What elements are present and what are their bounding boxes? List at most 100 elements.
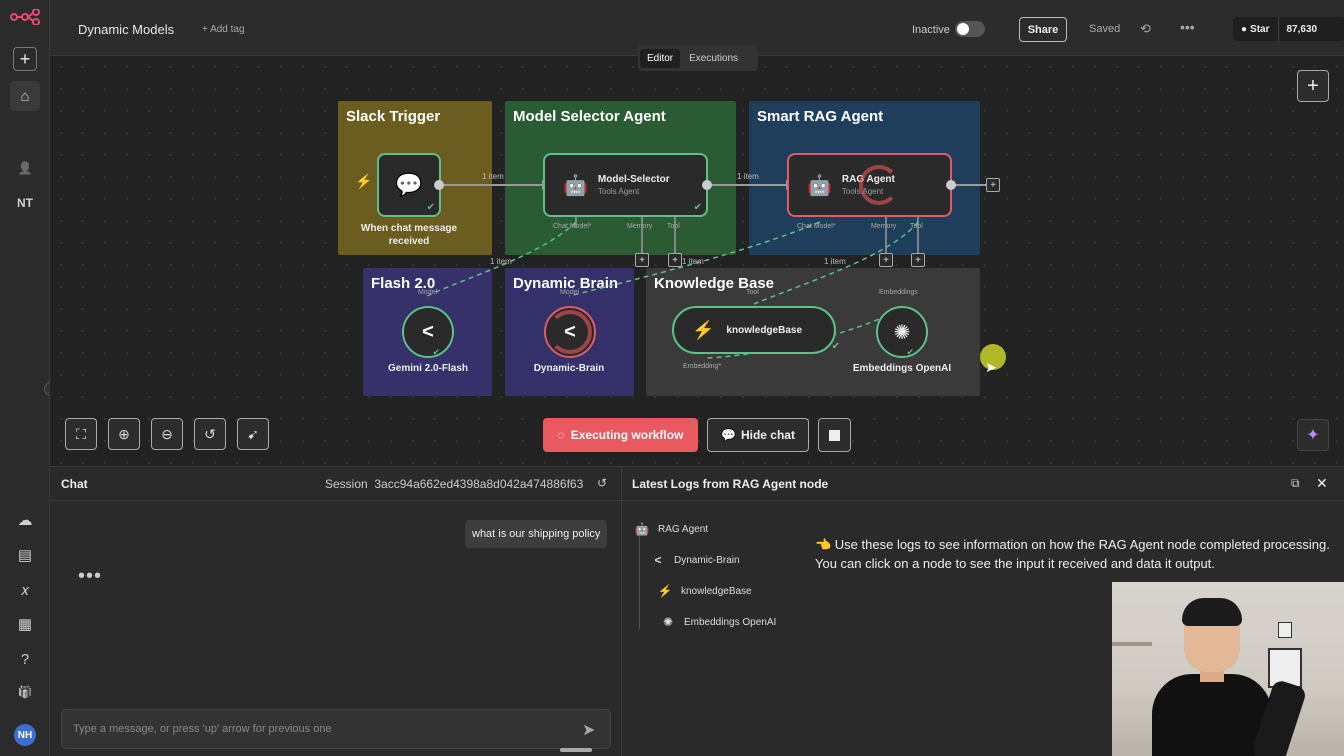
tidy-up-button[interactable]: ➹ — [237, 418, 269, 450]
port-label: Embeddings — [879, 289, 918, 296]
model-selector-icon: < — [422, 320, 434, 343]
node-subtitle: Tools Agent — [597, 187, 640, 196]
avatar[interactable]: NH — [14, 724, 36, 746]
fit-view-icon: ⛶ — [76, 425, 86, 442]
port-label: Embedding* — [683, 363, 722, 370]
github-star-button[interactable]: ● Star 87,630 — [1233, 17, 1344, 41]
add-tool-button[interactable]: + — [911, 253, 925, 267]
add-memory-button[interactable]: + — [635, 253, 649, 267]
spinner-icon — [859, 165, 899, 205]
rag-agent-node[interactable]: 🤖 RAG Agent Tools Agent — [787, 153, 952, 217]
gemini-node-label: Gemini 2.0-Flash — [387, 363, 469, 374]
active-toggle[interactable] — [955, 21, 985, 37]
bolt-icon: ⚡ — [692, 319, 715, 340]
log-tree-item[interactable]: < Dynamic-Brain — [650, 553, 739, 567]
n8n-logo-icon[interactable] — [8, 2, 42, 32]
share-button[interactable]: Share — [1019, 17, 1067, 42]
tree-connector — [639, 533, 640, 629]
output-handle[interactable] — [946, 180, 956, 190]
connection-item-label: 1 item — [737, 172, 759, 181]
button-label: Hide chat — [740, 428, 795, 442]
session-info: Session 3acc94a662ed4398a8d042a474886f63 — [325, 477, 583, 491]
add-tag-link[interactable]: + Add tag — [202, 24, 245, 35]
log-tree-item[interactable]: ✺ Embeddings OpenAI — [660, 615, 776, 629]
whats-new-button[interactable]: 🎁 — [10, 677, 40, 707]
home-button[interactable]: ⌂ — [10, 81, 40, 111]
model-selector-node[interactable]: 🤖 Model-Selector Tools Agent ✔ — [543, 153, 708, 217]
chat-title: Chat — [61, 477, 88, 491]
chat-header: Chat Session 3acc94a662ed4398a8d042a4748… — [50, 467, 622, 501]
executing-workflow-button[interactable]: ◌ Executing workflow — [543, 418, 698, 452]
insights-button[interactable]: ▦ — [10, 609, 40, 639]
add-tool-button[interactable]: + — [668, 253, 682, 267]
connection-item-label: 1 item — [682, 257, 704, 266]
variables-icon: 𝑥 — [20, 581, 30, 599]
workflow-canvas[interactable]: Editor Executions + Slack Trigger Model … — [50, 45, 1344, 466]
history-icon[interactable]: ⟲ — [1140, 21, 1151, 37]
gift-icon: 🎁 — [17, 685, 33, 699]
log-tree-label: knowledgeBase — [681, 585, 752, 597]
add-next-node-button[interactable]: + — [986, 178, 1000, 192]
trigger-node[interactable]: 💬 ✔ — [377, 153, 441, 217]
reset-session-icon[interactable]: ↺ — [597, 476, 607, 490]
popout-icon[interactable]: ⧉ — [1291, 476, 1300, 491]
workflow-title[interactable]: Dynamic Models — [78, 22, 174, 37]
stop-execution-button[interactable] — [818, 418, 851, 452]
robot-icon: 🤖 — [807, 174, 832, 197]
add-workflow-button[interactable]: + — [13, 47, 37, 71]
logs-header: Latest Logs from RAG Agent node ⧉ ✕ — [622, 467, 1344, 501]
help-button[interactable]: ? — [10, 644, 40, 674]
knowledge-base-node[interactable]: ⚡ knowledgeBase ✔ — [672, 306, 840, 354]
button-label: Executing workflow — [570, 428, 684, 442]
output-handle[interactable] — [434, 180, 444, 190]
plus-icon: + — [19, 48, 31, 69]
zoom-in-button[interactable]: ⊕ — [108, 418, 140, 450]
log-tree-item[interactable]: 🤖 RAG Agent — [634, 522, 709, 536]
undo-icon: ↺ — [204, 425, 216, 442]
templates-button[interactable]: ▤ — [10, 540, 40, 570]
embeddings-node[interactable]: ✺ ✔ — [876, 306, 928, 358]
success-check-icon: ✔ — [831, 341, 840, 352]
openai-icon: ✺ — [662, 615, 674, 629]
bolt-icon: ⚡ — [355, 173, 373, 189]
port-label: Memory — [871, 223, 897, 230]
success-check-icon: ✔ — [906, 347, 914, 357]
gemini-node[interactable]: < ✔ — [402, 306, 454, 358]
port-label: Tool — [746, 289, 759, 296]
more-options-button[interactable]: ••• — [1180, 19, 1195, 35]
user-button[interactable]: 👤 — [10, 153, 40, 183]
openai-icon: ✺ — [893, 321, 911, 344]
left-sidebar: + ⌂ 👤 NT ☁ ▤ 𝑥 ▦ ? 🎁 NH › — [0, 0, 58, 756]
project-button[interactable]: NT — [10, 188, 40, 218]
port-label: Model — [418, 289, 438, 296]
add-memory-button[interactable]: + — [879, 253, 893, 267]
hide-chat-button[interactable]: 💬 Hide chat — [707, 418, 809, 452]
dynamic-brain-node[interactable]: < — [544, 306, 596, 358]
resize-handle[interactable] — [560, 748, 592, 752]
session-id: 3acc94a662ed4398a8d042a474886f63 — [374, 477, 584, 491]
cloud-button[interactable]: ☁ — [10, 505, 40, 535]
log-tree-label: Embeddings OpenAI — [684, 616, 777, 628]
reset-zoom-button[interactable]: ↺ — [194, 418, 226, 450]
model-selector-icon: < — [654, 553, 662, 567]
close-icon[interactable]: ✕ — [1316, 475, 1328, 492]
log-tree-item[interactable]: ⚡ knowledgeBase — [657, 584, 752, 598]
chat-message-input[interactable]: Type a message, or press 'up' arrow for … — [61, 709, 611, 749]
chat-icon: 💬 — [721, 428, 736, 442]
port-label: Chat Model* — [797, 223, 836, 230]
send-icon[interactable]: ➤ — [582, 720, 595, 740]
session-label: Session — [325, 477, 368, 491]
zoom-to-fit-button[interactable]: ⛶ — [65, 418, 97, 450]
github-icon: ● — [1241, 23, 1248, 35]
output-handle[interactable] — [702, 180, 712, 190]
github-star-label: Star — [1250, 23, 1270, 35]
zoom-out-button[interactable]: ⊖ — [151, 418, 183, 450]
project-initials: NT — [17, 196, 33, 210]
user-icon: 👤 — [17, 161, 33, 175]
port-label: Memory — [627, 223, 653, 230]
ai-assistant-button[interactable]: ✦ — [1297, 419, 1329, 451]
help-icon: ? — [20, 650, 30, 668]
user-message: what is our shipping policy — [465, 520, 608, 548]
variables-button[interactable]: 𝑥 — [10, 575, 40, 605]
connection-item-label: 1 item — [490, 257, 512, 266]
